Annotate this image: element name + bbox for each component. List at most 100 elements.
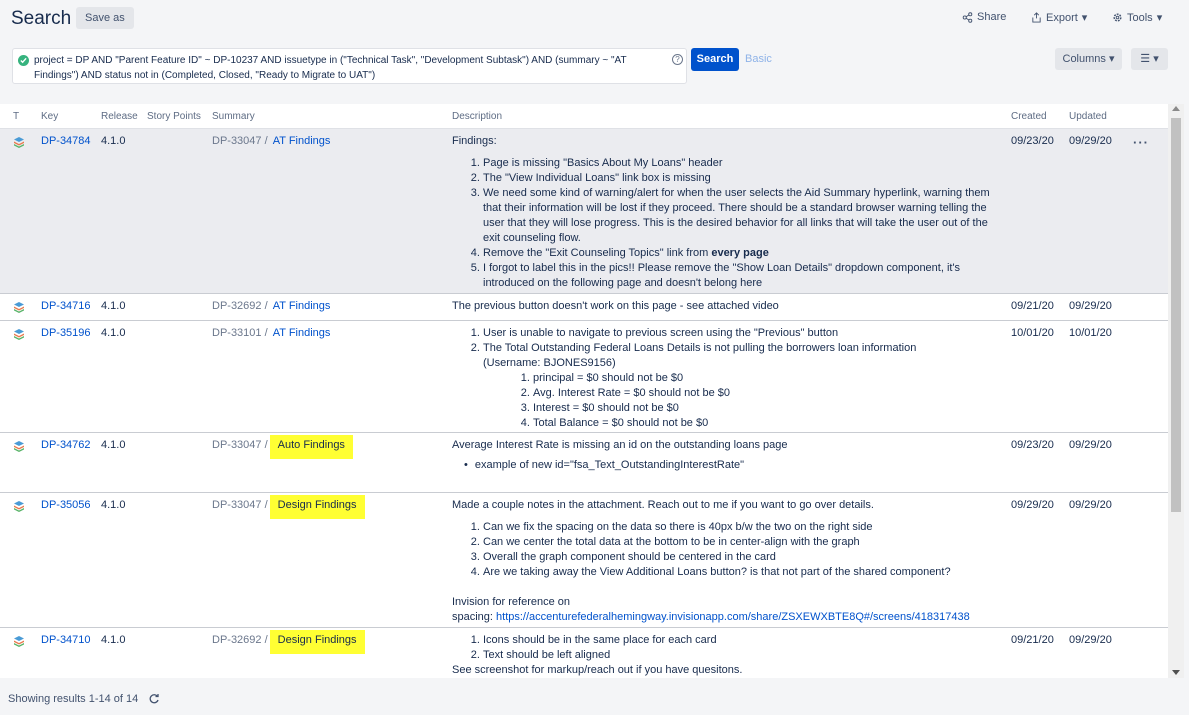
table-row[interactable]: DP-34762 4.1.0 DP-33047 /Auto Findings A… <box>0 433 1168 493</box>
export-button[interactable]: Export ▾ <box>1031 11 1087 24</box>
share-button[interactable]: Share <box>962 11 1006 23</box>
description-cell: Made a couple notes in the attachment. R… <box>452 498 997 625</box>
description-text: Average Interest Rate is missing an id o… <box>452 439 788 451</box>
created-date: 09/23/20 <box>1011 135 1054 147</box>
basic-mode-link[interactable]: Basic <box>745 53 772 65</box>
sub-list-item: Total Balance = $0 should not be $0 <box>533 416 922 431</box>
list-item: Page is missing "Basics About My Loans" … <box>483 156 997 171</box>
save-as-button[interactable]: Save as <box>76 7 134 29</box>
parent-key[interactable]: DP-32692 <box>212 634 262 646</box>
summary-link-highlighted[interactable]: Design Findings <box>269 630 365 654</box>
summary-separator: / <box>261 499 268 511</box>
jql-query-text[interactable]: project = DP AND "Parent Feature ID" ~ D… <box>34 53 664 83</box>
description-intro: Made a couple notes in the attachment. R… <box>452 499 874 511</box>
created-date: 09/23/20 <box>1011 439 1054 451</box>
search-header: Search Save as Share Export ▾ Tools ▾ pr… <box>0 0 1189 100</box>
release-value: 4.1.0 <box>101 327 126 339</box>
list-icon: ☰ <box>1140 53 1151 65</box>
release-value: 4.1.0 <box>101 439 126 451</box>
updated-date: 09/29/20 <box>1069 634 1112 646</box>
table-row[interactable]: DP-35196 4.1.0 DP-33101 / AT Findings Us… <box>0 321 1168 433</box>
column-header-created[interactable]: Created <box>1011 111 1047 122</box>
list-item: Can we fix the spacing on the data so th… <box>483 520 997 535</box>
created-date: 10/01/20 <box>1011 327 1054 339</box>
chevron-down-icon: ▾ <box>1108 53 1115 65</box>
subtask-type-icon <box>14 501 24 512</box>
list-item: Can we center the total data at the bott… <box>483 535 997 550</box>
summary-link[interactable]: AT Findings <box>273 135 331 147</box>
table-row[interactable]: DP-34716 4.1.0 DP-32692 / AT Findings Th… <box>0 294 1168 321</box>
issue-key-link[interactable]: DP-34784 <box>41 134 91 149</box>
parent-key[interactable]: DP-33047 <box>212 439 262 451</box>
refresh-icon[interactable] <box>148 693 160 705</box>
scroll-down-arrow-icon[interactable] <box>1172 670 1180 675</box>
column-header-story-points[interactable]: Story Points <box>147 111 201 122</box>
list-item: Are we taking away the View Additional L… <box>483 565 997 580</box>
parent-key[interactable]: DP-32692 <box>212 300 262 312</box>
tools-button[interactable]: Tools ▾ <box>1112 11 1162 24</box>
issue-key-link[interactable]: DP-34716 <box>41 299 91 314</box>
chevron-down-icon: ▾ <box>1153 53 1159 65</box>
created-date: 09/21/20 <box>1011 634 1054 646</box>
column-header-description[interactable]: Description <box>452 111 502 122</box>
created-date: 09/29/20 <box>1011 499 1054 511</box>
more-actions-icon[interactable]: ··· <box>1133 135 1149 150</box>
gear-icon <box>1113 13 1122 22</box>
release-value: 4.1.0 <box>101 499 126 511</box>
scroll-up-arrow-icon[interactable] <box>1172 106 1180 111</box>
export-icon <box>1032 12 1041 23</box>
invision-link[interactable]: https://accenturefederalhemingway.invisi… <box>496 611 970 623</box>
summary-cell: DP-33047 / AT Findings <box>212 134 330 149</box>
issue-table: T Key Release Story Points Summary Descr… <box>0 104 1168 678</box>
subtask-type-icon <box>14 441 24 452</box>
description-list: Page is missing "Basics About My Loans" … <box>452 156 997 291</box>
release-value: 4.1.0 <box>101 300 126 312</box>
summary-link-highlighted[interactable]: Design Findings <box>269 495 365 519</box>
release-value: 4.1.0 <box>101 135 126 147</box>
issue-key-link[interactable]: DP-34710 <box>41 633 91 648</box>
scrollbar-thumb[interactable] <box>1171 118 1181 512</box>
results-count: Showing results 1-14 of 14 <box>8 693 139 705</box>
vertical-scrollbar[interactable] <box>1168 104 1184 678</box>
list-item: Remove the "Exit Counseling Topics" link… <box>483 246 997 261</box>
column-header-summary[interactable]: Summary <box>212 111 255 122</box>
created-date: 09/21/20 <box>1011 300 1054 312</box>
table-row[interactable]: DP-35056 4.1.0 DP-33047 /Design Findings… <box>0 493 1168 628</box>
summary-link-highlighted[interactable]: Auto Findings <box>269 435 353 459</box>
sub-list-item: Interest = $0 should not be $0 <box>533 401 922 416</box>
help-icon[interactable]: ? <box>672 54 683 65</box>
issue-key-link[interactable]: DP-35056 <box>41 498 91 513</box>
summary-cell: DP-32692 /Design Findings <box>212 630 365 654</box>
reference-text: Invision for reference on <box>452 596 571 608</box>
description-text: See screenshot for markup/reach out if y… <box>452 664 743 676</box>
list-item: Text should be left aligned <box>483 648 997 663</box>
updated-date: 09/29/20 <box>1069 439 1112 451</box>
column-header-type[interactable]: T <box>13 111 19 122</box>
reference-label: spacing: <box>452 611 497 623</box>
summary-separator: / <box>261 634 268 646</box>
description-text: The previous button doesn't work on this… <box>452 300 779 312</box>
summary-cell: DP-33047 /Auto Findings <box>212 435 353 459</box>
export-label: Export <box>1046 11 1078 24</box>
summary-link[interactable]: AT Findings <box>273 327 331 339</box>
jql-query-input[interactable]: project = DP AND "Parent Feature ID" ~ D… <box>12 48 687 84</box>
column-header-release[interactable]: Release <box>101 111 138 122</box>
table-row[interactable]: DP-34710 4.1.0 DP-32692 /Design Findings… <box>0 628 1168 678</box>
parent-key[interactable]: DP-33047 <box>212 135 262 147</box>
issue-key-link[interactable]: DP-35196 <box>41 326 91 341</box>
parent-key[interactable]: DP-33101 <box>212 327 262 339</box>
summary-link[interactable]: AT Findings <box>273 300 331 312</box>
column-header-updated[interactable]: Updated <box>1069 111 1107 122</box>
columns-label: Columns <box>1062 53 1106 65</box>
column-header-key[interactable]: Key <box>41 111 58 122</box>
table-row[interactable]: DP-34784 4.1.0 DP-33047 / AT Findings Fi… <box>0 129 1168 294</box>
parent-key[interactable]: DP-33047 <box>212 499 262 511</box>
search-button[interactable]: Search <box>691 48 739 71</box>
list-item: The "View Individual Loans" link box is … <box>483 171 997 186</box>
view-options-button[interactable]: ☰ ▾ <box>1131 48 1168 70</box>
updated-date: 09/29/20 <box>1069 499 1112 511</box>
columns-button[interactable]: Columns ▾ <box>1055 48 1122 70</box>
list-item: We need some kind of warning/alert for w… <box>483 186 997 246</box>
sub-list-item: principal = $0 should not be $0 <box>533 371 922 386</box>
issue-key-link[interactable]: DP-34762 <box>41 438 91 453</box>
